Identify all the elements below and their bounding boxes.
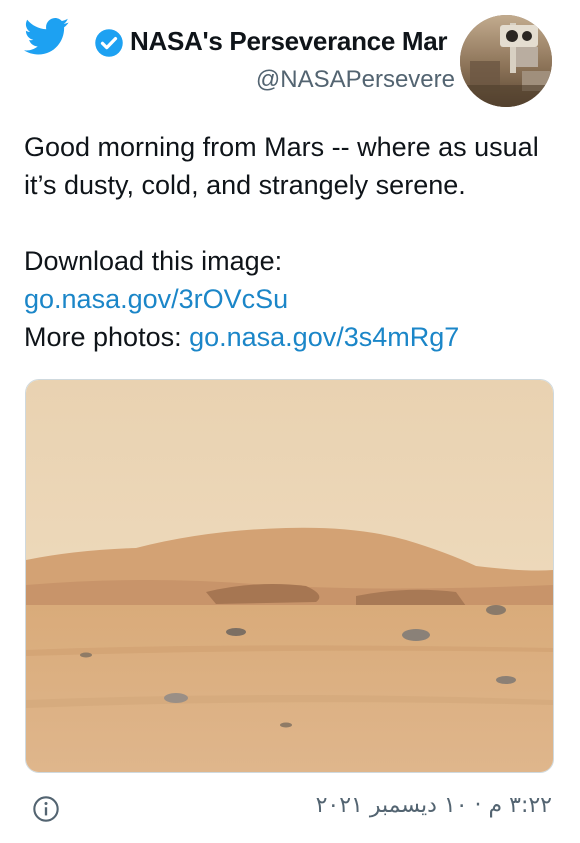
tweet-line: Good morning from Mars -- where as usual… [24,132,539,200]
download-link[interactable]: go.nasa.gov/3rOVcSu [24,284,288,314]
verified-badge-icon [95,29,123,57]
more-photos-label: More photos: [24,322,190,352]
info-icon[interactable] [32,795,60,823]
tweet-photo[interactable] [25,379,554,773]
more-photos-link[interactable]: go.nasa.gov/3s4mRg7 [189,322,459,352]
download-label: Download this image: [24,246,283,276]
twitter-bird-icon[interactable] [24,18,70,56]
avatar[interactable] [460,15,552,107]
author-handle[interactable]: @NASAPersevere [200,66,455,94]
tweet-text: Good morning from Mars -- where as usual… [24,128,564,356]
tweet-timestamp[interactable]: ٣:٢٢ م · ١٠ ديسمبر ٢٠٢١ [300,793,552,818]
author-display-name[interactable]: NASA's Perseverance Mar [130,26,455,57]
